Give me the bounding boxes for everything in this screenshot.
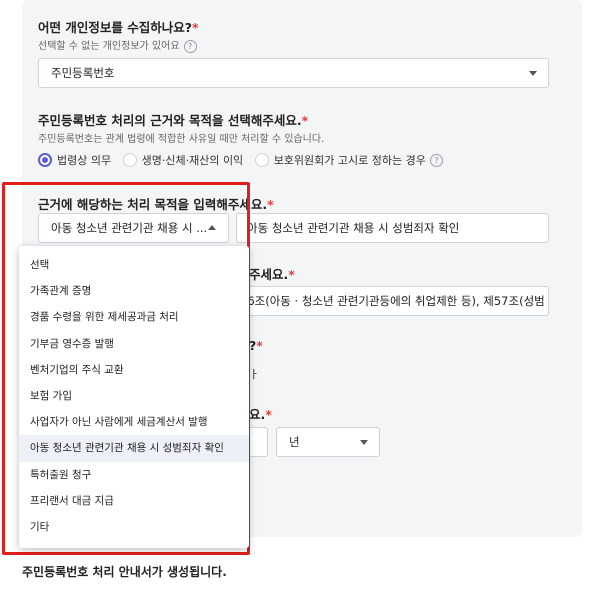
dropdown-option[interactable]: 기부금 영수증 발행 — [19, 331, 249, 357]
radio-button[interactable] — [254, 153, 269, 167]
q1-subtitle-text: 선택할 수 없는 개인정보가 있어요 — [38, 41, 180, 52]
retention-unit-select[interactable]: 년 — [276, 427, 380, 457]
radio-label: 생명·신체·재산의 이익 — [141, 154, 244, 167]
q5-title: ?* — [249, 338, 263, 353]
dropdown-option[interactable]: 가족관계 증명 — [19, 278, 249, 304]
dropdown-option[interactable]: 프리랜서 대금 지급 — [19, 488, 249, 514]
personal-info-select-value: 주민등록번호 — [51, 66, 115, 80]
radio-commission-notice[interactable]: 보호위원회가 고시로 정하는 경우? — [254, 152, 443, 168]
purpose-input[interactable]: 아동 청소년 관련기관 채용 시 성범죄자 확인 — [236, 213, 549, 243]
dropdown-option[interactable]: 선택 — [19, 252, 249, 278]
q6-title: 요.* — [249, 404, 272, 423]
q4-title: 주세요.* — [249, 264, 295, 283]
retention-unit-value: 년 — [289, 435, 300, 449]
q2-title-text: 주민등록번호 처리의 근거와 목적을 선택해주세요. — [38, 113, 302, 128]
q1-subtitle: 선택할 수 없는 개인정보가 있어요? — [38, 37, 197, 53]
required-mark: * — [265, 407, 272, 422]
required-mark: * — [256, 338, 263, 353]
q4-title-text: 주세요. — [249, 267, 289, 282]
required-mark: * — [288, 267, 295, 282]
guide-generated-text: 주민등록번호 처리 안내서가 생성됩니다. — [22, 565, 227, 579]
legal-basis-radio-group: 법령상 의무 생명·신체·재산의 이익 보호위원회가 고시로 정하는 경우? — [38, 152, 451, 168]
required-mark: * — [301, 113, 309, 128]
question-circle-icon[interactable]: ? — [183, 39, 197, 53]
q1-title-text: 어떤 개인정보를 수집하나요? — [38, 20, 192, 35]
required-mark: * — [267, 197, 274, 212]
personal-info-select[interactable]: 주민등록번호 — [38, 58, 549, 88]
dropdown-option[interactable]: 벤처기업의 주식 교환 — [19, 357, 249, 383]
caret-down-icon — [529, 71, 537, 76]
q6-title-text: 요. — [249, 407, 266, 422]
caret-down-icon — [360, 440, 368, 445]
radio-label: 법령상 의무 — [57, 154, 112, 167]
q2-title: 주민등록번호 처리의 근거와 목적을 선택해주세요.* — [38, 110, 308, 129]
dropdown-option[interactable]: 기타 — [19, 514, 249, 540]
purpose-dropdown-menu: 선택 가족관계 증명 경품 수령을 위한 제세공과금 처리 기부금 영수증 발행… — [19, 246, 249, 548]
q5-sub-fragment: ㅏ — [249, 368, 260, 381]
q1-title: 어떤 개인정보를 수집하나요?* — [38, 17, 199, 36]
radio-button-selected[interactable] — [38, 153, 52, 167]
q2-subtitle: 주민등록번호는 관계 법령에 적합한 사유일 때만 처리할 수 있습니다. — [38, 134, 325, 145]
radio-legal-obligation[interactable]: 법령상 의무 — [38, 152, 111, 168]
dropdown-option-selected[interactable]: 아동 청소년 관련기관 채용 시 성범죄자 확인 — [19, 435, 249, 462]
dropdown-option[interactable]: 사업자가 아닌 사람에게 세금계산서 발행 — [19, 409, 249, 435]
legal-basis-input[interactable]: 56조(아동 · 청소년 관련기관등에의 취업제한 등), 제57조(성범 — [230, 286, 549, 316]
dropdown-option[interactable]: 경품 수령을 위한 제세공과금 처리 — [19, 304, 249, 330]
dropdown-option[interactable]: 특허출원 청구 — [19, 462, 249, 488]
radio-life-body-property[interactable]: 생명·신체·재산의 이익 — [122, 152, 244, 168]
dropdown-option[interactable]: 보험 가입 — [19, 383, 249, 409]
radio-button[interactable] — [122, 153, 137, 167]
question-circle-icon[interactable]: ? — [429, 153, 443, 167]
radio-label: 보호위원회가 고시로 정하는 경우 — [273, 154, 426, 167]
required-mark: * — [191, 20, 199, 35]
